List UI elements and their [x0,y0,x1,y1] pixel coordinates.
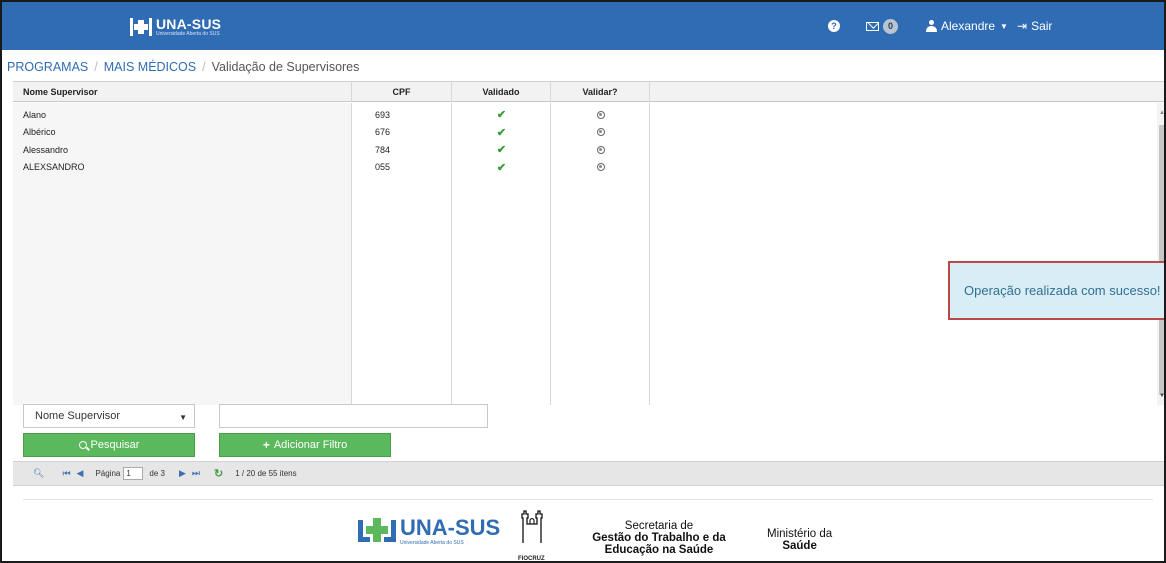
scroll-up-icon[interactable]: ▲ [1159,110,1164,116]
grid-header: Nome Supervisor CPF Validado Validar? [13,82,1164,102]
last-page-icon[interactable]: ⏭︎ [192,468,200,479]
validate-action-icon[interactable] [596,145,605,154]
min-line1: Ministério da [767,528,833,540]
scroll-down-icon[interactable]: ▼ [1159,393,1164,399]
cell-cpf: 693 [375,109,391,120]
envelope-icon [866,21,879,31]
logout-label: Sair [1031,19,1053,33]
help-button[interactable]: ? [828,2,840,50]
breadcrumb-item-mais-medicos[interactable]: MAIS MÉDICOS [104,60,196,74]
check-icon: ✔ [496,126,507,139]
footer-fiocruz-logo: FIOCRUZ [518,508,548,562]
success-toast[interactable]: Operação realizada com sucesso! [948,261,1164,320]
sec-line3: Educação na Saúde [604,544,714,557]
breadcrumb-separator: / [94,60,98,74]
footer-divider [23,499,1153,500]
user-name: Alexandre [941,19,996,33]
grid-body: Alano 693 ✔ Albérico 676 ✔ Alessandro 78… [13,103,1164,405]
page-label: Página [95,469,121,478]
footer-unasus-name: UNA-SUS [400,514,501,540]
cell-cpf: 055 [375,162,391,173]
cell-name: Alano [23,109,47,120]
user-icon [926,20,937,32]
table-row[interactable]: Alano 693 ✔ [13,106,650,124]
cell-name: Alessandro [23,144,69,155]
table-row[interactable]: ALEXSANDRO 055 ✔ [13,159,650,177]
search-icon[interactable]: 🔍︎ [33,468,44,479]
brand-subtitle: Universidade Aberta do SUS [156,31,220,37]
unasus-logo-icon [130,18,152,36]
grid-scrollbar[interactable]: ▲ ▼ [1157,103,1164,405]
first-page-icon[interactable]: ⏮︎ [62,468,70,479]
breadcrumb-item-current: Validação de Supervisores [211,60,360,74]
total-pages: de 3 [149,469,165,478]
question-circle-icon: ? [828,20,840,32]
check-icon: ✔ [496,144,507,157]
footer-ministerio: Ministério da Saúde [767,528,832,552]
column-header-cpf[interactable]: CPF [352,82,452,102]
supervisors-grid: Nome Supervisor CPF Validado Validar? Al… [13,81,1164,405]
log-out-icon: ⇥ [1017,19,1028,33]
search-icon [78,441,87,449]
cell-name: ALEXSANDRO [23,162,85,173]
fiocruz-label: FIOCRUZ [518,556,545,562]
footer-secretaria: Secretaria de Gestão do Trabalho e da Ed… [579,520,739,556]
fiocruz-castle-icon [521,510,543,543]
add-filter-button[interactable]: + Adicionar Filtro [219,433,391,457]
check-icon: ✔ [496,161,507,174]
grid-rows: Alano 693 ✔ Albérico 676 ✔ Alessandro 78… [13,106,650,176]
cell-name: Albérico [23,127,56,138]
user-menu[interactable]: Alexandre ▼ [926,2,1008,50]
mail-count-badge: 0 [883,18,898,34]
caret-down-icon: ▼ [1000,21,1008,31]
column-header-validar[interactable]: Validar? [551,82,650,102]
pager: 🔍︎ ⏮︎ ◀ Página 1 de 3 ▶ ⏭︎ ↻ 1 / 20 de 5… [13,461,1164,486]
filter-value-input[interactable] [219,404,488,428]
breadcrumb: PROGRAMAS / MAIS MÉDICOS / Validação de … [7,60,359,74]
page-number-input[interactable]: 1 [123,467,144,480]
min-line2: Saúde [782,540,817,553]
validate-action-icon[interactable] [596,163,605,172]
messages-button[interactable]: 0 [866,2,898,50]
filter-field-select[interactable]: Nome Supervisor ▼ [23,404,195,428]
cell-cpf: 676 [375,127,391,138]
add-filter-label: Adicionar Filtro [273,439,348,451]
app-frame: UNA-SUS Universidade Aberta do SUS ? 0 A… [0,0,1166,563]
dropdown-arrow-icon: ▼ [179,413,187,422]
plus-icon: + [262,438,270,452]
unasus-logo-icon [358,518,396,542]
cell-cpf: 784 [375,144,391,155]
validate-action-icon[interactable] [596,110,605,119]
check-icon: ✔ [496,109,507,122]
breadcrumb-item-programas[interactable]: PROGRAMAS [7,60,88,74]
sec-line1: Secretaria de [624,520,694,532]
prev-page-icon[interactable]: ◀ [77,468,84,479]
column-header-validado[interactable]: Validado [452,82,551,102]
validate-action-icon[interactable] [596,128,605,137]
scroll-thumb[interactable] [1159,125,1164,395]
refresh-icon[interactable]: ↻ [214,467,223,480]
footer-unasus-subtitle: Universidade Aberta do SUS [400,539,464,546]
search-button[interactable]: Pesquisar [23,433,195,457]
top-navbar: UNA-SUS Universidade Aberta do SUS ? 0 A… [2,2,1164,50]
logout-button[interactable]: ⇥ Sair [1017,2,1052,50]
filter-field-value: Nome Supervisor [35,410,120,422]
brand-name: UNA-SUS [156,16,222,32]
table-row[interactable]: Albérico 676 ✔ [13,124,650,142]
brand-logo[interactable]: UNA-SUS Universidade Aberta do SUS [130,16,221,38]
sec-line2: Gestão do Trabalho e da [592,532,726,545]
pager-summary: 1 / 20 de 55 itens [235,469,297,478]
breadcrumb-separator: / [202,60,206,74]
next-page-icon[interactable]: ▶ [179,468,186,479]
footer-unasus-logo: UNA-SUS Universidade Aberta do SUS [358,516,500,546]
column-header-name[interactable]: Nome Supervisor [13,82,352,102]
table-row[interactable]: Alessandro 784 ✔ [13,141,650,159]
search-button-label: Pesquisar [90,439,140,451]
